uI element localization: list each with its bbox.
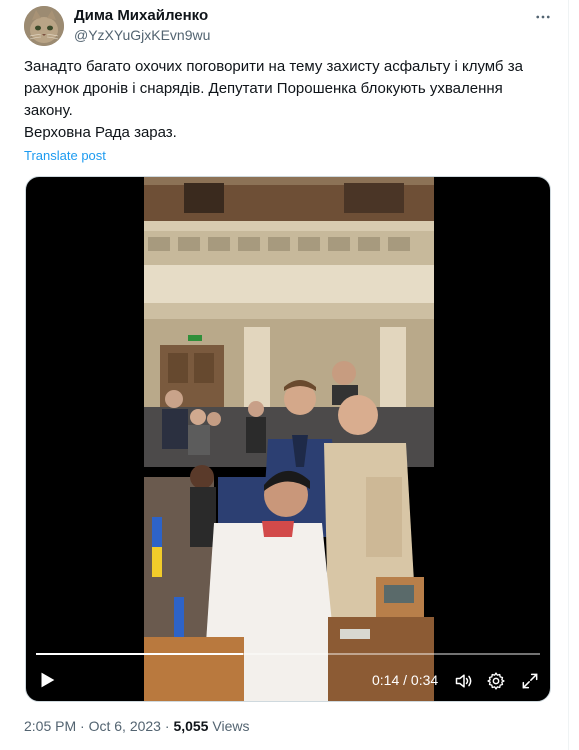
more-options-button[interactable]	[530, 4, 556, 30]
fullscreen-button[interactable]	[520, 671, 540, 691]
post-time[interactable]: 2:05 PM	[24, 718, 76, 734]
volume-icon	[455, 674, 472, 688]
meta-separator: ·	[164, 718, 170, 734]
play-icon	[41, 672, 55, 688]
user-handle[interactable]: @YzXYuGjxKEvn9wu	[74, 27, 210, 43]
progress-bar[interactable]	[36, 653, 540, 655]
play-button[interactable]	[36, 669, 58, 691]
total-duration: 0:34	[410, 672, 439, 688]
progress-bar-fill	[36, 653, 243, 655]
post-date[interactable]: Oct 6, 2023	[89, 718, 161, 734]
time-separator: /	[403, 672, 408, 688]
cat-avatar-icon	[24, 6, 64, 46]
views-count: 5,055	[173, 718, 209, 734]
video-player[interactable]: 0:14 / 0:34	[25, 176, 551, 702]
views-label: Views	[212, 718, 250, 734]
top-strip	[0, 0, 579, 4]
translate-post-link[interactable]: Translate post	[24, 148, 106, 163]
avatar[interactable]	[24, 6, 64, 46]
time-readout: 0:14 / 0:34	[372, 672, 438, 688]
settings-button[interactable]	[486, 671, 506, 691]
meta-separator: ·	[80, 718, 85, 734]
volume-button[interactable]	[454, 671, 474, 691]
more-dots-icon	[536, 15, 550, 19]
timeline-border	[568, 0, 569, 750]
tweet-line: Верховна Рада зараз.	[24, 124, 177, 141]
parliament-scene-image	[144, 177, 434, 701]
video-frame	[144, 177, 434, 701]
elapsed-time: 0:14	[372, 672, 400, 688]
fullscreen-icon	[522, 673, 538, 689]
post-meta: 2:05 PM · Oct 6, 2023 · 5,055 Views	[24, 718, 249, 734]
display-name[interactable]: Дима Михайленко	[74, 7, 208, 24]
tweet-text: Занадто багато охочих поговорити на тему…	[24, 56, 544, 144]
settings-icon	[487, 672, 505, 690]
tweet-line: Занадто багато охочих поговорити на тему…	[24, 58, 523, 119]
